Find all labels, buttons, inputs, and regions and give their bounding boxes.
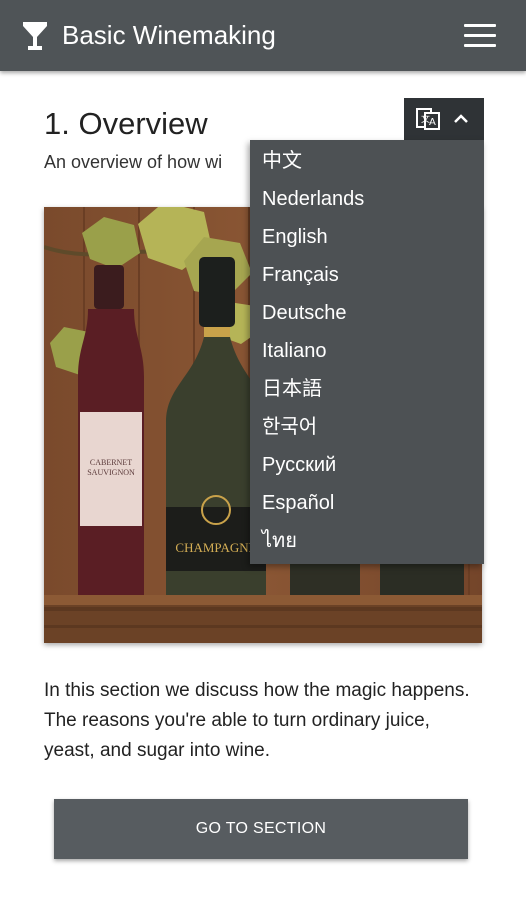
go-to-section-button[interactable]: GO TO SECTION: [54, 799, 468, 859]
hamburger-menu-icon[interactable]: [462, 22, 498, 50]
language-option[interactable]: Italiano: [262, 332, 472, 370]
language-option[interactable]: Русский: [262, 446, 472, 484]
language-option[interactable]: Nederlands: [262, 180, 472, 218]
section-title: 1. Overview: [44, 106, 208, 141]
app-title: Basic Winemaking: [62, 20, 276, 50]
translate-icon: 文 A: [416, 108, 440, 130]
bottle-label-line: CHAMPAGNE: [175, 540, 256, 555]
language-option[interactable]: English: [262, 218, 472, 256]
language-menu: 中文 Nederlands English Français Deutsche …: [250, 140, 484, 564]
app-bar: Basic Winemaking: [0, 0, 526, 71]
bottle-label-line: SAUVIGNON: [87, 468, 135, 477]
section-description: In this section we discuss how the magic…: [44, 680, 470, 761]
language-option[interactable]: ไทย: [262, 522, 472, 560]
language-option[interactable]: Español: [262, 484, 472, 522]
language-option[interactable]: Français: [262, 256, 472, 294]
language-toggle-button[interactable]: 文 A: [404, 98, 484, 140]
section-subtitle: An overview of how wi: [44, 152, 223, 172]
chevron-up-icon: [454, 114, 468, 123]
bottle-label-line: CABERNET: [90, 458, 132, 467]
language-option[interactable]: Deutsche: [262, 294, 472, 332]
language-option[interactable]: 中文: [262, 142, 472, 180]
wine-glass-icon: [23, 22, 47, 50]
language-option[interactable]: 한국어: [262, 408, 472, 446]
language-option[interactable]: 日本語: [262, 370, 472, 408]
svg-text:A: A: [429, 117, 436, 128]
